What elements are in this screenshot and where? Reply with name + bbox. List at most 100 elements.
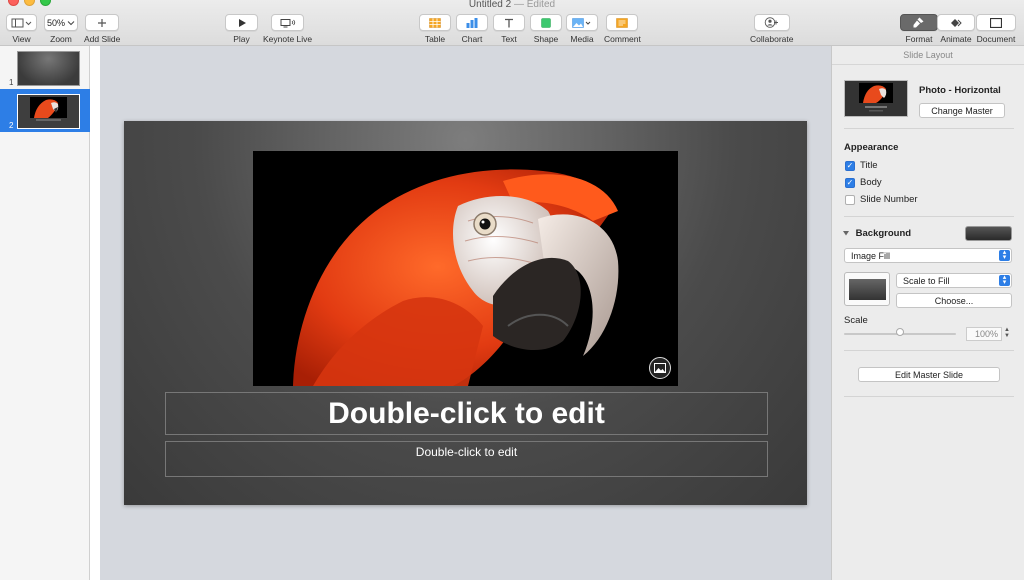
animate-button[interactable] xyxy=(937,14,975,31)
parrot-image xyxy=(253,151,678,386)
view-tool[interactable]: View xyxy=(6,14,37,44)
comment-button[interactable] xyxy=(606,14,639,31)
media-label: Media xyxy=(570,34,594,44)
collaborate-tool[interactable]: Collaborate xyxy=(750,14,793,44)
title-checkbox[interactable]: ✓ xyxy=(845,160,855,171)
change-master-button[interactable]: Change Master xyxy=(919,103,1005,118)
document-tool[interactable]: Document xyxy=(976,14,1016,44)
collaborate-label: Collaborate xyxy=(750,34,794,44)
plus-icon xyxy=(98,18,107,27)
scale-percent-field[interactable]: 100% xyxy=(966,327,1002,341)
text-label: Text xyxy=(501,34,517,44)
toolbar: Untitled 2 — Edited View 50% Zoom Add Sl… xyxy=(0,0,1024,46)
background-heading-label: Background xyxy=(855,228,912,239)
slide-navigator: 1 2 xyxy=(0,46,90,580)
scale-label: Scale xyxy=(844,315,868,326)
popup-arrows-icon: ▴ ▾ xyxy=(999,249,1010,261)
format-icon xyxy=(913,17,924,28)
play-label: Play xyxy=(233,34,250,44)
title-checkbox-row[interactable]: ✓ Title xyxy=(845,160,878,171)
document-label: Document xyxy=(976,34,1016,44)
body-placeholder[interactable]: Double-click to edit xyxy=(165,441,768,477)
photo-placeholder[interactable] xyxy=(253,151,678,386)
keynote-live-label: Keynote Live xyxy=(263,34,313,44)
collaborate-button[interactable] xyxy=(753,14,790,31)
text-button[interactable] xyxy=(493,14,525,31)
format-inspector: Slide Layout Photo - Horizontal Change M… xyxy=(831,46,1024,580)
background-heading[interactable]: Background xyxy=(842,228,911,239)
slide-number-checkbox[interactable] xyxy=(845,194,855,205)
body-checkbox-label: Body xyxy=(860,177,882,188)
body-checkbox[interactable]: ✓ xyxy=(845,177,855,188)
zoom-value: 50% xyxy=(46,17,65,28)
title-checkbox-label: Title xyxy=(860,160,878,171)
media-button[interactable] xyxy=(566,14,598,31)
parrot-thumbnail-image xyxy=(30,97,67,121)
view-icon xyxy=(11,18,31,27)
table-label: Table xyxy=(424,34,446,44)
scale-slider-knob[interactable] xyxy=(896,328,904,336)
body-checkbox-row[interactable]: ✓ Body xyxy=(845,177,882,188)
master-thumbnail-image xyxy=(845,81,907,116)
animate-label: Animate xyxy=(940,34,972,44)
divider xyxy=(844,128,1014,129)
edit-master-slide-button[interactable]: Edit Master Slide xyxy=(858,367,1000,382)
slide-number-checkbox-row[interactable]: Slide Number xyxy=(845,194,918,205)
image-placeholder-icon xyxy=(654,363,666,373)
table-button[interactable] xyxy=(419,14,451,31)
master-name: Photo - Horizontal xyxy=(919,85,1001,96)
divider xyxy=(844,216,1014,217)
shape-tool[interactable]: Shape xyxy=(530,14,562,44)
scale-mode-value: Scale to Fill xyxy=(903,275,950,286)
view-button[interactable] xyxy=(6,14,37,31)
fill-type-popup[interactable]: Image Fill ▴ ▾ xyxy=(844,248,1012,263)
animate-tool[interactable]: Animate xyxy=(937,14,975,44)
master-thumbnail xyxy=(844,80,908,117)
window-title: Untitled 2 — Edited xyxy=(0,0,1024,10)
table-tool[interactable]: Table xyxy=(419,14,451,44)
comment-tool[interactable]: Comment xyxy=(604,14,641,44)
image-placeholder-button[interactable] xyxy=(649,357,671,379)
chart-button[interactable] xyxy=(456,14,488,31)
slide-thumbnail-2[interactable]: 2 xyxy=(0,89,90,132)
shape-label: Shape xyxy=(533,34,559,44)
slide[interactable]: Double-click to edit Double-click to edi… xyxy=(124,121,807,505)
add-slide-button[interactable] xyxy=(85,14,120,31)
slide-number: 2 xyxy=(9,121,14,130)
add-slide-tool[interactable]: Add Slide xyxy=(84,14,120,44)
media-tool[interactable]: Media xyxy=(566,14,598,44)
navigator-divider xyxy=(90,46,100,580)
format-label: Format xyxy=(905,34,933,44)
text-icon xyxy=(505,18,513,27)
shape-button[interactable] xyxy=(530,14,562,31)
play-tool[interactable]: Play xyxy=(225,14,258,44)
fill-type-value: Image Fill xyxy=(851,250,891,261)
slide-thumbnail-image xyxy=(17,94,80,129)
zoom-label: Zoom xyxy=(50,34,72,44)
document-button[interactable] xyxy=(976,14,1016,31)
zoom-tool[interactable]: 50% Zoom xyxy=(44,14,78,44)
chart-icon xyxy=(466,17,478,28)
format-tool[interactable]: Format xyxy=(900,14,938,44)
document-name: Untitled 2 xyxy=(468,0,512,10)
zoom-select[interactable]: 50% xyxy=(44,14,78,31)
slide-thumbnail-1[interactable]: 1 xyxy=(0,46,90,89)
edited-indicator: — Edited xyxy=(513,0,556,10)
title-placeholder[interactable]: Double-click to edit xyxy=(165,392,768,435)
scale-mode-popup[interactable]: Scale to Fill ▴ ▾ xyxy=(896,273,1012,288)
keynote-live-tool[interactable]: Keynote Live xyxy=(263,14,312,44)
keynote-live-button[interactable] xyxy=(271,14,305,31)
scale-stepper[interactable]: ▲ ▼ xyxy=(1004,327,1010,339)
chart-label: Chart xyxy=(461,34,483,44)
shape-icon xyxy=(541,17,551,28)
animate-icon xyxy=(951,18,962,27)
background-image-well[interactable] xyxy=(844,272,890,306)
text-tool[interactable]: Text xyxy=(493,14,525,44)
choose-image-button[interactable]: Choose... xyxy=(896,293,1012,308)
format-button[interactable] xyxy=(900,14,938,31)
play-button[interactable] xyxy=(225,14,258,31)
comment-label: Comment xyxy=(604,34,641,44)
collaborate-icon xyxy=(764,17,778,28)
chart-tool[interactable]: Chart xyxy=(456,14,488,44)
background-color-well[interactable] xyxy=(965,226,1012,241)
